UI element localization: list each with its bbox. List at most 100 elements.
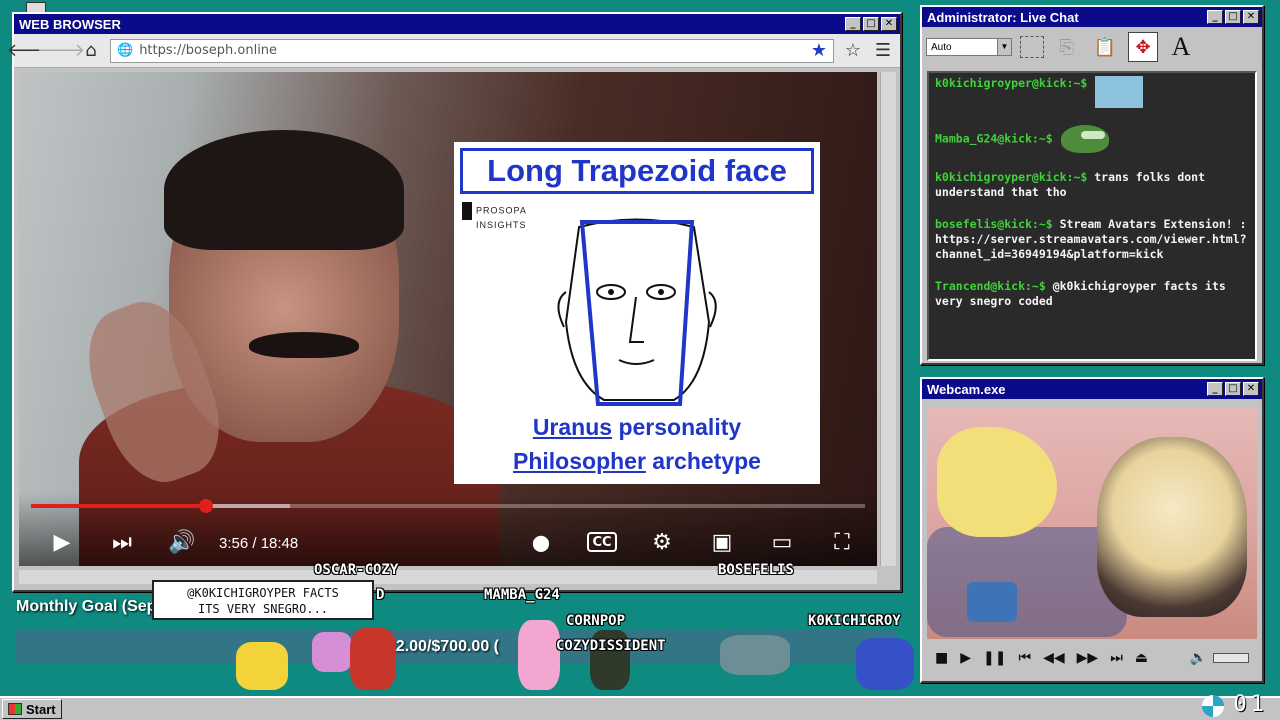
- maximize-button[interactable]: □: [863, 17, 879, 31]
- select-box-icon[interactable]: .: [1020, 36, 1044, 58]
- media-controls: ■ ▶ ❚❚ ⏮ ◀◀ ▶▶ ⏭ ⏏ 🔉: [927, 641, 1257, 675]
- slide-rest2: archetype: [645, 448, 761, 474]
- minimize-button[interactable]: _: [1207, 10, 1223, 24]
- volume-control[interactable]: 🔉: [1190, 650, 1249, 666]
- webcam-titlebar[interactable]: Webcam.exe _ □ ✕: [922, 379, 1262, 399]
- rewind-icon[interactable]: ◀◀: [1043, 650, 1065, 666]
- nickname-label: COZYDISSIDENT: [556, 638, 666, 654]
- nickname-label: K0KICHIGROY: [808, 613, 901, 629]
- video-slide: Long Trapezoid face PROSOPA INSIGHTS Uran…: [454, 142, 820, 484]
- browser-titlebar[interactable]: WEB BROWSER _ □ ✕: [14, 14, 900, 34]
- chat-username[interactable]: bosefelis@kick:~$: [935, 217, 1053, 231]
- captions-icon[interactable]: CC: [587, 532, 617, 552]
- minimize-button[interactable]: _: [1207, 382, 1223, 396]
- chat-message: Mamba_G24@kick:~$: [935, 125, 1249, 153]
- bubble-line2: ITS VERY SNEGRO...: [197, 602, 329, 616]
- chat-username[interactable]: k0kichigroyper@kick:~$: [935, 170, 1087, 184]
- fullscreen-icon[interactable]: ⛶: [827, 528, 857, 556]
- nickname-label: BOSEFELIS: [718, 562, 794, 578]
- cam-avatar: [1097, 437, 1247, 617]
- stop-icon[interactable]: ■: [935, 650, 948, 666]
- url-bar[interactable]: 🌐 https://boseph.online ★: [110, 38, 834, 63]
- maximize-button[interactable]: □: [1225, 382, 1241, 396]
- next-icon[interactable]: ⏭: [107, 528, 137, 556]
- play-icon[interactable]: ▶: [47, 528, 77, 556]
- chat-message: Trancend@kick:~$ @k0kichigroyper facts i…: [935, 279, 1249, 309]
- played-bar: [31, 504, 207, 508]
- nickname-label: MAMBA_G24: [484, 587, 560, 603]
- volume-icon[interactable]: 🔊: [167, 528, 197, 556]
- nickname-label: OSCAR-COZY: [314, 562, 399, 578]
- fast-forward-icon[interactable]: ▶▶: [1077, 650, 1099, 666]
- chat-toolbar: Auto ▼ . ⎘ 📋 ✥ A: [922, 27, 1262, 67]
- menu-icon[interactable]: ☰: [872, 40, 894, 62]
- close-button[interactable]: ✕: [1243, 382, 1259, 396]
- avatar-sprite: [518, 620, 560, 690]
- webcam-view: [927, 407, 1257, 639]
- streamer-hair: [164, 130, 404, 250]
- size-select-value: Auto: [931, 41, 952, 53]
- chat-title: Administrator: Live Chat: [927, 9, 1079, 25]
- font-icon[interactable]: A: [1166, 32, 1196, 62]
- start-button[interactable]: Start: [2, 699, 62, 719]
- chat-log[interactable]: k0kichigroyper@kick:~$ Mamba_G24@kick:~$ k…: [927, 71, 1257, 361]
- settings-gear-icon[interactable]: ⚙: [647, 528, 677, 556]
- nickname-label: CORNPOP: [566, 613, 626, 629]
- minimize-button[interactable]: _: [845, 17, 861, 31]
- chat-username[interactable]: Mamba_G24@kick:~$: [935, 132, 1053, 146]
- volume-slider[interactable]: [1213, 653, 1249, 663]
- volume-icon: 🔉: [1189, 650, 1207, 666]
- avatar-sprite: [236, 642, 288, 690]
- url-text: https://boseph.online: [139, 43, 278, 58]
- skip-back-icon[interactable]: ⏮: [1018, 650, 1031, 666]
- close-button[interactable]: ✕: [1243, 10, 1259, 24]
- vertical-scrollbar[interactable]: [880, 72, 896, 566]
- move-icon[interactable]: ✥: [1128, 32, 1158, 62]
- avatar-sprite: [350, 628, 396, 690]
- start-label: Start: [26, 701, 56, 717]
- goal-amount: 332.00/$700.00 (: [378, 638, 499, 655]
- bookmark-star-icon[interactable]: ★: [811, 40, 827, 61]
- slide-rest1: personality: [612, 414, 742, 440]
- speech-bubble: @K0KICHIGROYPER FACTS ITS VERY SNEGRO...: [152, 580, 374, 620]
- slide-line-archetype: Philosopher archetype: [454, 448, 820, 475]
- slide-word-philosopher: Philosopher: [513, 448, 646, 474]
- pause-icon[interactable]: ❚❚: [983, 650, 1006, 666]
- maximize-button[interactable]: □: [1225, 10, 1241, 24]
- streamer-mustache: [249, 332, 359, 358]
- webcam-window: Webcam.exe _ □ ✕ ■ ▶ ❚❚ ⏮ ◀◀ ▶▶ ⏭ ⏏ 🔉: [920, 377, 1264, 683]
- favorites-icon[interactable]: ☆: [842, 40, 864, 62]
- browser-window: WEB BROWSER _ □ ✕ 🡐 🡒 ⌂ 🌐 https://boseph…: [7, 12, 902, 592]
- autoplay-toggle-icon[interactable]: ⬤: [519, 528, 563, 556]
- skip-forward-icon[interactable]: ⏭: [1110, 650, 1123, 666]
- chat-titlebar[interactable]: Administrator: Live Chat _ □ ✕: [922, 7, 1262, 27]
- bubble-line1: @K0KICHIGROYPER FACTS: [187, 586, 339, 600]
- time-display: 3:56 / 18:48: [219, 535, 299, 552]
- chat-message: bosefelis@kick:~$ Stream Avatars Extensi…: [935, 217, 1249, 262]
- chat-username[interactable]: k0kichigroyper@kick:~$: [935, 76, 1087, 90]
- avatar-sprite: [312, 632, 352, 672]
- video-player[interactable]: Long Trapezoid face PROSOPA INSIGHTS Uran…: [19, 72, 877, 566]
- copy-icon[interactable]: ⎘: [1052, 32, 1082, 62]
- address-toolbar: 🡐 🡒 ⌂ 🌐 https://boseph.online ★ ☆ ☰: [7, 34, 900, 68]
- forward-arrow-icon[interactable]: 🡒: [37, 40, 85, 62]
- size-select[interactable]: Auto ▼: [926, 38, 1012, 56]
- clock-icon: [1202, 695, 1224, 717]
- avatar-sprite: [720, 635, 790, 675]
- slide-line-personality: Uranus personality: [454, 414, 820, 441]
- chat-message: k0kichigroyper@kick:~$ trans folks dont …: [935, 170, 1249, 200]
- eject-icon[interactable]: ⏏: [1135, 650, 1148, 666]
- close-button[interactable]: ✕: [881, 17, 897, 31]
- avatar-sprite: [856, 638, 914, 690]
- emote-icon: [1095, 76, 1144, 108]
- chat-username[interactable]: Trancend@kick:~$: [935, 279, 1046, 293]
- theater-mode-icon[interactable]: ▭: [767, 528, 797, 556]
- paste-icon[interactable]: 📋: [1090, 32, 1120, 62]
- miniplayer-icon[interactable]: ▣: [707, 528, 737, 556]
- progress-bar[interactable]: [31, 499, 865, 513]
- home-icon[interactable]: ⌂: [80, 40, 102, 62]
- chevron-down-icon: ▼: [997, 39, 1011, 55]
- chat-message: k0kichigroyper@kick:~$: [935, 76, 1249, 108]
- play-icon[interactable]: ▶: [960, 650, 971, 666]
- windows-logo-icon: [8, 703, 22, 715]
